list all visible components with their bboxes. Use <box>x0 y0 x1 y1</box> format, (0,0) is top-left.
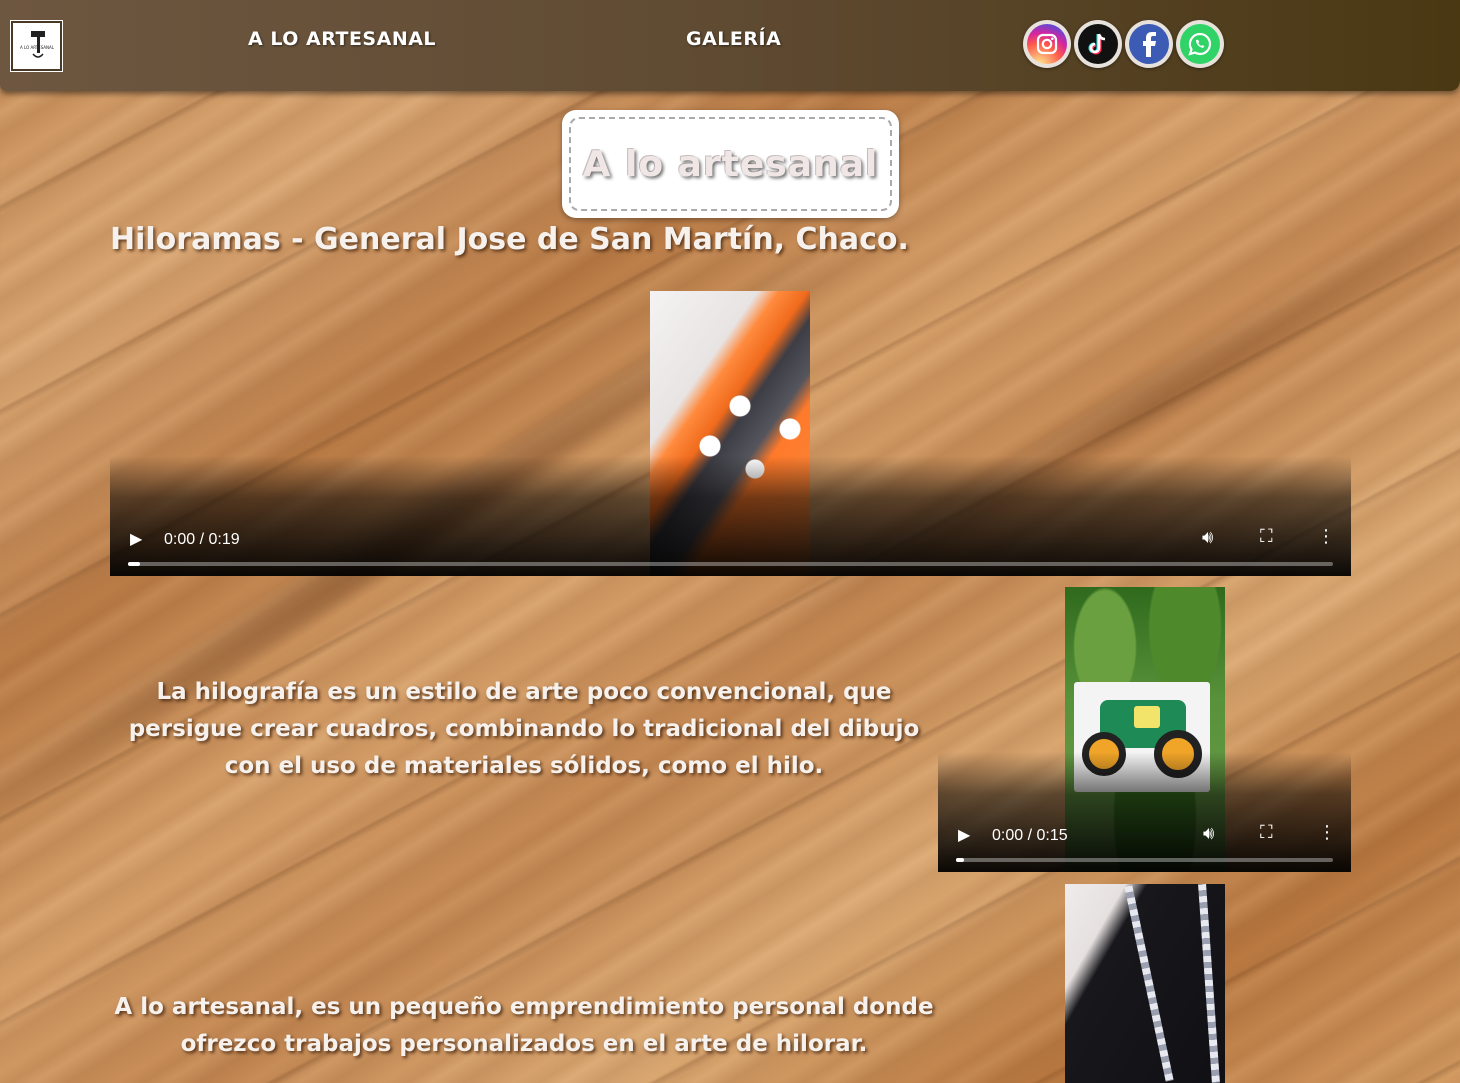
instagram-icon <box>1027 24 1067 64</box>
navbar: A LO ARTESANAL A LO ARTESANAL GALERÍA <box>0 0 1460 91</box>
hero-title-frame: A lo artesanal <box>569 117 892 211</box>
fullscreen-icon[interactable]: ⛶ <box>1260 526 1273 547</box>
video-controls: ▶ 0:00 / 0:15 🔊︎ ⛶ ⋮ <box>938 752 1351 872</box>
fullscreen-icon[interactable]: ⛶ <box>1260 822 1273 843</box>
logo[interactable]: A LO ARTESANAL <box>10 20 63 72</box>
facebook-icon <box>1129 24 1169 64</box>
video-time: 0:00 / 0:19 <box>164 531 240 548</box>
more-options-icon[interactable]: ⋮ <box>1318 822 1336 843</box>
play-icon[interactable]: ▶ <box>958 825 970 844</box>
page-subtitle: Hiloramas - General Jose de San Martín, … <box>110 222 909 257</box>
volume-icon[interactable]: 🔊︎ <box>1203 823 1214 844</box>
whatsapp-icon <box>1180 24 1220 64</box>
tiktok-link[interactable] <box>1074 20 1122 68</box>
facebook-link[interactable] <box>1125 20 1173 68</box>
video-progress-fill <box>128 562 141 566</box>
video-thumbnail <box>1065 884 1225 1083</box>
svg-text:A LO ARTESANAL: A LO ARTESANAL <box>19 45 54 50</box>
video-time: 0:00 / 0:15 <box>992 827 1068 844</box>
tiktok-icon <box>1078 24 1118 64</box>
about-paragraph: A lo artesanal, es un pequeño emprendimi… <box>114 994 934 1057</box>
play-icon[interactable]: ▶ <box>130 529 142 548</box>
video-player-2[interactable]: ▶ 0:00 / 0:15 🔊︎ ⛶ ⋮ <box>938 587 1351 872</box>
instagram-link[interactable] <box>1023 20 1071 68</box>
hero-title-card: A lo artesanal <box>562 110 899 218</box>
video-player-1[interactable]: ▶ 0:00 / 0:19 🔊︎ ⛶ ⋮ <box>110 291 1351 576</box>
video-progress-fill <box>956 858 964 862</box>
intro-paragraph: La hilografía es un estilo de arte poco … <box>128 679 920 779</box>
more-options-icon[interactable]: ⋮ <box>1317 526 1335 547</box>
video-player-3[interactable] <box>938 884 1351 1083</box>
hero-title: A lo artesanal <box>582 143 879 185</box>
nav-link-gallery[interactable]: GALERÍA <box>686 28 781 50</box>
video-progress-bar[interactable] <box>956 858 1333 862</box>
video-controls: ▶ 0:00 / 0:19 🔊︎ ⛶ ⋮ <box>110 456 1351 576</box>
social-links <box>1023 20 1224 68</box>
whatsapp-link[interactable] <box>1176 20 1224 68</box>
logo-hammer-icon: A LO ARTESANAL <box>19 31 54 58</box>
nav-link-home[interactable]: A LO ARTESANAL <box>248 28 436 50</box>
volume-icon[interactable]: 🔊︎ <box>1202 527 1213 548</box>
video-progress-bar[interactable] <box>128 562 1333 566</box>
